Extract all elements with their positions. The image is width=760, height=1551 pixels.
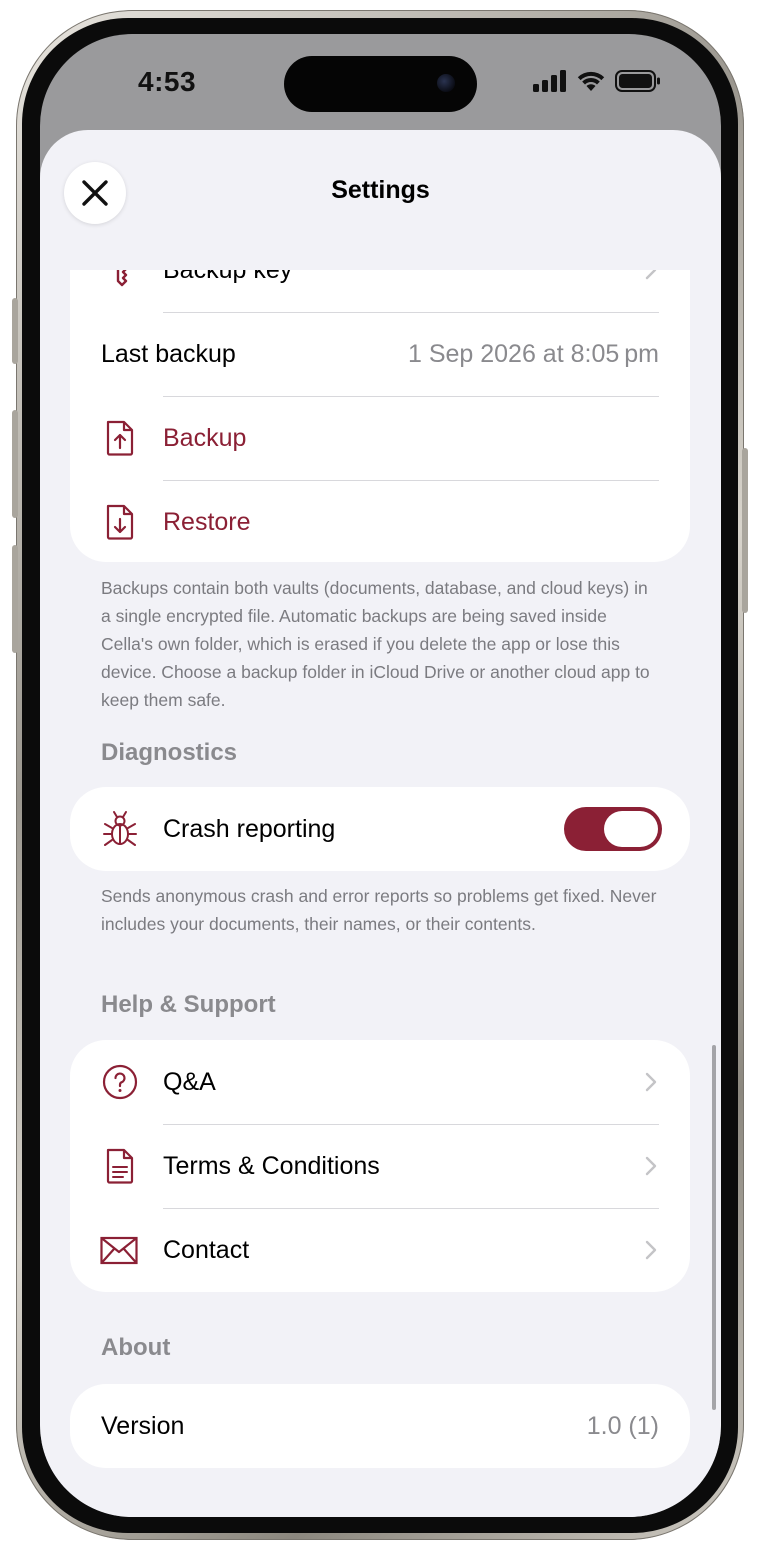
volume-up-button [12,410,18,518]
version-value: 1.0 (1) [586,1412,659,1440]
front-camera [437,74,455,92]
status-time: 4:53 [138,66,197,97]
contact-row[interactable]: Contact [70,1208,690,1292]
backup-card: Backup key Last backup 1 Sep 2026 at 8:0… [70,270,690,562]
crash-reporting-toggle[interactable] [564,807,662,851]
status-icons [533,70,661,92]
terms-row[interactable]: Terms & Conditions [70,1124,690,1208]
toggle-knob [604,811,658,847]
backup-footnote: Backups contain both vaults (documents, … [101,578,650,710]
last-backup-row: Last backup 1 Sep 2026 at 8:05 pm [70,312,690,396]
action-button [12,298,18,364]
diagnostics-header: Diagnostics [101,739,238,766]
restore-button[interactable]: Restore [70,480,690,562]
upload-document-icon [106,420,134,456]
backup-button[interactable]: Backup [70,396,690,480]
about-header: About [101,1334,171,1361]
chevron-right-icon [645,1072,657,1092]
question-circle-icon [102,1064,138,1100]
about-card: Version 1.0 (1) [70,1384,690,1468]
key-icon [116,270,128,287]
dynamic-island [284,56,477,112]
envelope-icon [100,1236,138,1265]
diagnostics-card: Crash reporting [70,787,690,871]
page-title: Settings [331,176,430,204]
crash-reporting-row: Crash reporting [70,787,690,871]
last-backup-label: Last backup [101,340,236,368]
chevron-right-icon [645,1240,657,1260]
settings-scroll-area[interactable]: Backup key Last backup 1 Sep 2026 at 8:0… [40,270,721,1517]
bug-icon [103,811,137,846]
restore-label: Restore [163,508,251,536]
help-support-header: Help & Support [101,991,276,1018]
backup-label: Backup [163,424,247,452]
terms-label: Terms & Conditions [163,1152,380,1180]
last-backup-value: 1 Sep 2026 at 8:05 pm [407,340,659,368]
power-button [742,448,748,613]
backup-key-row[interactable]: Backup key [70,270,690,312]
settings-sheet: Settings Backup key Last backup 1 Sep 20… [40,130,721,1517]
chevron-right-icon [645,270,657,280]
scroll-indicator [712,1045,716,1410]
screen: 4:53 Settings Backup key Last backup 1 S… [40,34,721,1517]
document-icon [106,1148,134,1184]
volume-down-button [12,545,18,653]
chevron-right-icon [645,1156,657,1176]
backup-key-label: Backup key [163,270,293,284]
diagnostics-footnote: Sends anonymous crash and error reports … [101,886,657,934]
qa-label: Q&A [163,1068,216,1096]
qa-row[interactable]: Q&A [70,1040,690,1124]
contact-label: Contact [163,1236,250,1264]
wifi-icon [577,71,605,91]
version-row: Version 1.0 (1) [70,1384,690,1468]
version-label: Version [101,1412,185,1440]
help-support-card: Q&A Terms & Conditions Contact [70,1040,690,1292]
battery-icon [615,70,660,92]
crash-reporting-label: Crash reporting [163,815,336,843]
cellular-signal-icon [533,70,566,92]
download-document-icon [106,504,134,540]
